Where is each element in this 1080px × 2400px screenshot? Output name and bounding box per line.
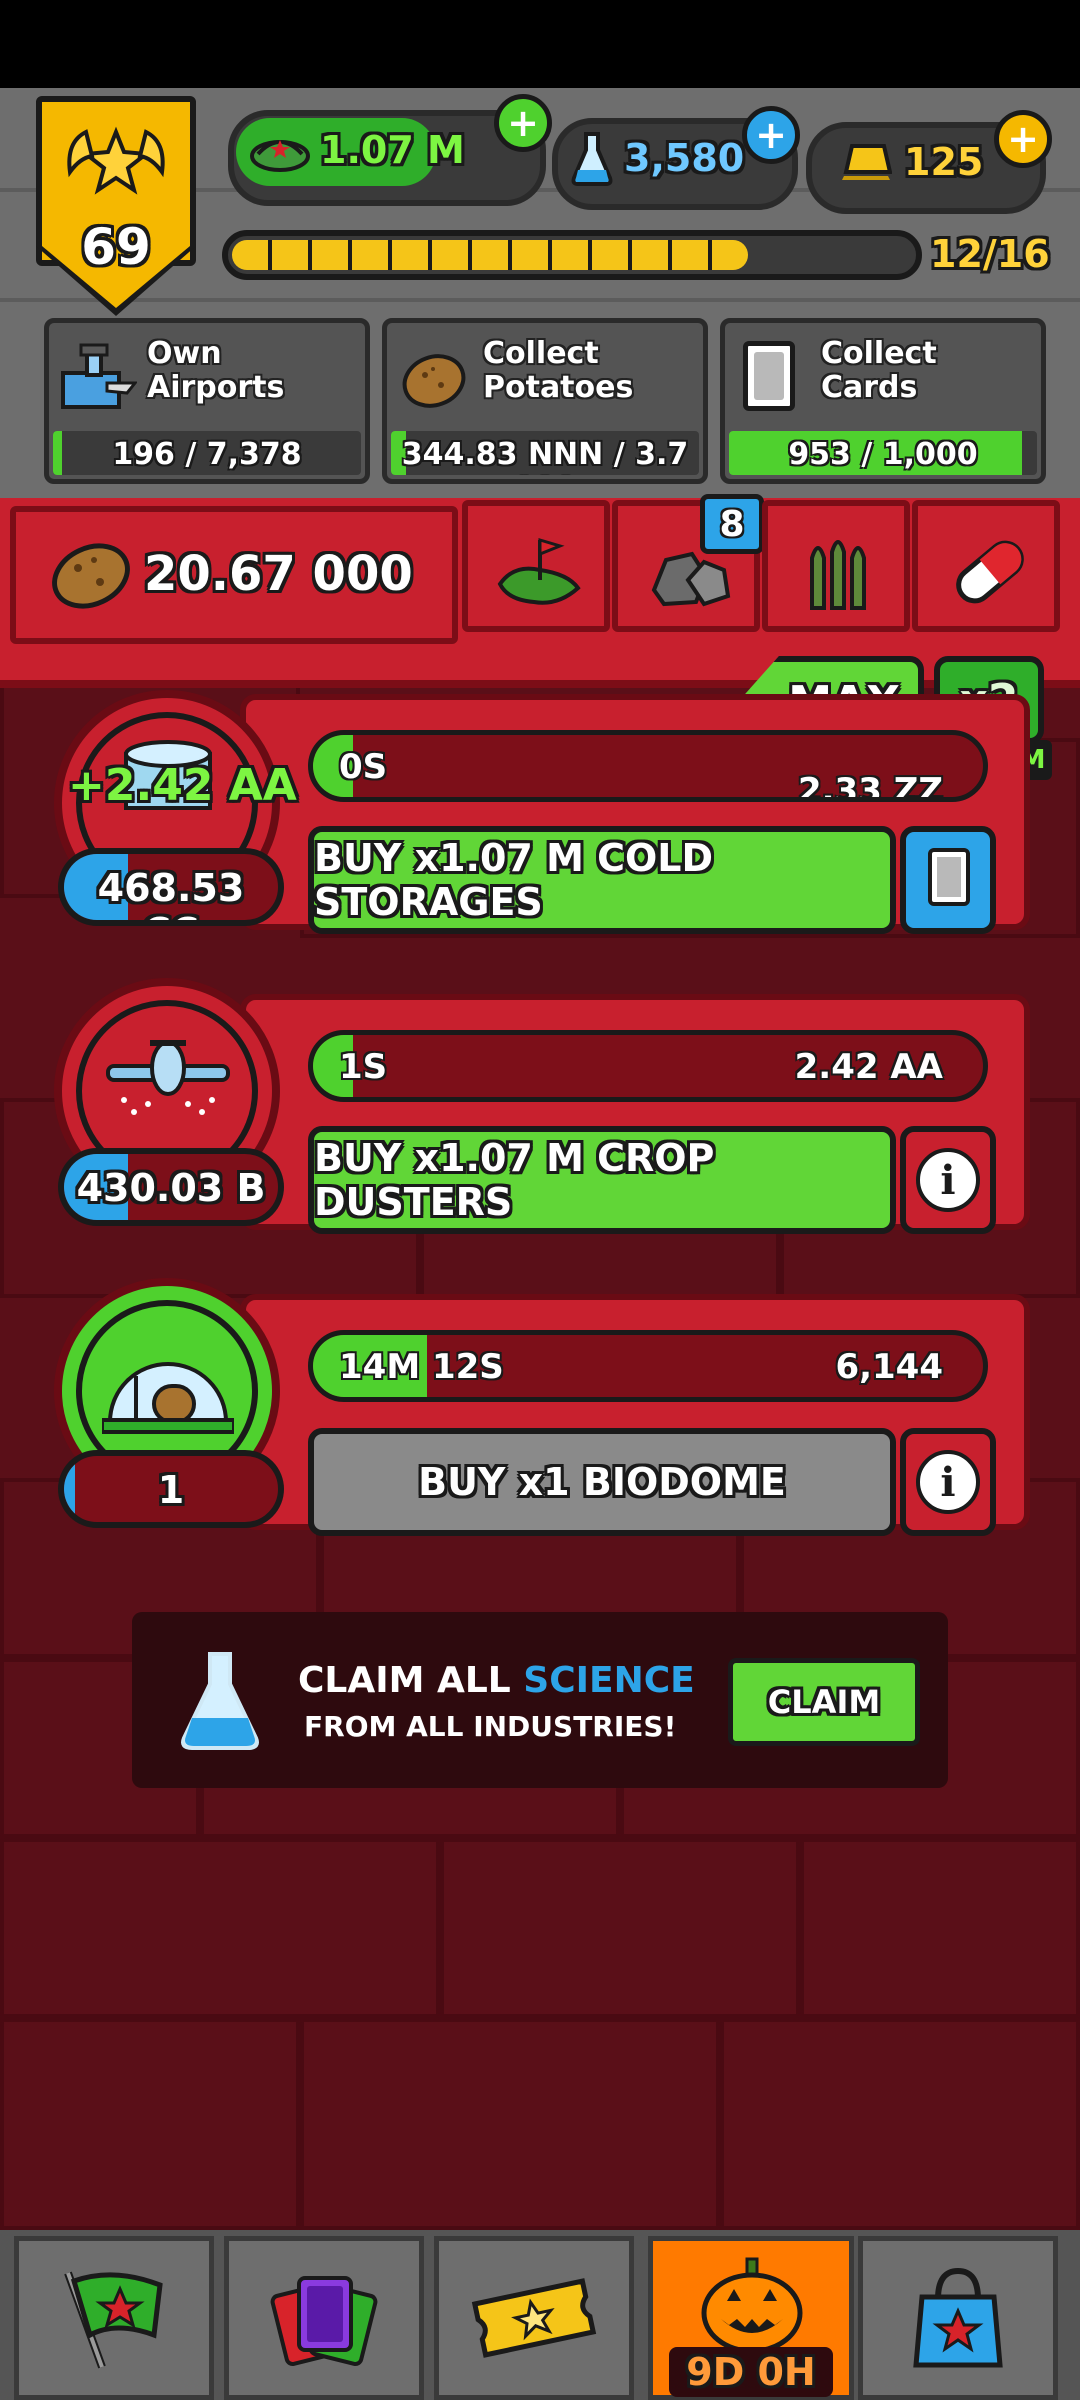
tab-pills[interactable] <box>912 500 1060 632</box>
shopping-bag-icon <box>913 2267 1003 2368</box>
cash-value: 1.07 M <box>320 128 465 172</box>
quest-collect-cards[interactable]: Collect Cards 953 / 1,000 <box>720 318 1046 484</box>
nav-shop[interactable] <box>858 2236 1058 2400</box>
potato-icon <box>52 543 130 609</box>
claim-button[interactable]: CLAIM <box>728 1658 920 1746</box>
event-timer: 9D 0H <box>669 2347 833 2397</box>
xp-progress-bar <box>222 230 922 280</box>
level-number: 69 <box>81 218 151 276</box>
claim-science-panel: CLAIM ALL SCIENCE FROM ALL INDUSTRIES! C… <box>132 1612 948 1788</box>
nav-tickets[interactable] <box>434 2236 634 2400</box>
buy-crop-dusters-button[interactable]: BUY x1.07 M CROP DUSTERS <box>308 1126 896 1234</box>
owned-count-bar: 430.03 B <box>58 1148 284 1226</box>
flask-icon <box>571 132 613 186</box>
potato-icon <box>402 354 466 408</box>
buy-biodome-button[interactable]: BUY x1 BIODOME <box>308 1428 896 1536</box>
buy-cold-storages-button[interactable]: BUY x1.07 M COLD STORAGES <box>308 826 896 934</box>
biodome-icon <box>102 1362 234 1434</box>
production-progress-bar: 0S 2.33 ZZ <box>308 730 988 802</box>
add-cash-button[interactable]: + <box>494 94 552 152</box>
owned-count: 430.03 B <box>76 1166 266 1210</box>
production-timer: 1S <box>339 1047 388 1087</box>
quest-own-airports[interactable]: Own Airports 196 / 7,378 <box>44 318 370 484</box>
nav-industries[interactable] <box>14 2236 214 2400</box>
card-upgrade-button[interactable] <box>900 826 996 934</box>
production-timer: 14M 12S <box>339 1347 504 1387</box>
add-science-button[interactable]: + <box>742 106 800 164</box>
owned-count: 1 <box>157 1468 185 1512</box>
float-gain-text: +2.42 AA <box>68 760 297 811</box>
pumpkin-icon <box>701 2257 803 2354</box>
production-output: 6,144 <box>835 1347 943 1387</box>
quest-title: Collect <box>483 336 599 371</box>
winged-star-icon <box>67 126 165 195</box>
production-output: 2.42 AA <box>794 1047 943 1087</box>
quest-title-line2: Potatoes <box>483 370 634 405</box>
production-progress-bar: 1S 2.42 AA <box>308 1030 988 1102</box>
claim-line2: FROM ALL INDUSTRIES! <box>304 1710 677 1743</box>
biodome-info-button[interactable]: i <box>900 1428 996 1536</box>
nav-cards[interactable] <box>224 2236 424 2400</box>
claim-line1-science: SCIENCE <box>523 1660 695 1701</box>
owned-count: 468.53 CC <box>97 866 245 920</box>
tab-badge: 8 <box>700 494 764 554</box>
ticket-star-icon <box>471 2278 597 2358</box>
crop-dusters-info-button[interactable]: i <box>900 1126 996 1234</box>
production-output: 2.33 ZZ <box>797 771 943 802</box>
add-gold-button[interactable]: + <box>994 110 1052 168</box>
science-value: 3,580 <box>624 136 745 180</box>
xp-progress-text: 12/16 <box>930 232 1050 276</box>
quest-title: Own Airports <box>147 336 285 405</box>
cash-icon <box>250 140 310 172</box>
tab-ammo[interactable] <box>762 500 910 632</box>
production-timer: 0S <box>339 747 388 787</box>
owned-count-bar: 468.53 CC <box>58 848 284 926</box>
quest-title: Collect Cards <box>821 336 937 405</box>
flask-icon <box>181 1652 259 1750</box>
quest-collect-potatoes[interactable]: Collect Potatoes 344.83 NNN / 3.7 000 <box>382 318 708 484</box>
owned-count-bar: 1 <box>58 1450 284 1528</box>
quest-progress-text: 344.83 NNN / 3.7 000 <box>401 437 689 475</box>
quest-progress-text: 953 / 1,000 <box>788 437 978 472</box>
ammo-icon <box>810 540 866 610</box>
tab-farm[interactable] <box>462 500 610 632</box>
info-icon: i <box>916 1450 980 1514</box>
potato-total: 20.67 000 <box>144 546 413 602</box>
nav-event[interactable]: 9D 0H <box>648 2236 854 2400</box>
info-icon: i <box>916 1148 980 1212</box>
level-badge[interactable]: 69 <box>36 96 196 316</box>
card-upgrade-icon <box>928 848 970 906</box>
potato-counter[interactable]: 20.67 000 <box>10 506 458 644</box>
flag-star-icon <box>64 2271 163 2369</box>
quest-progress-text: 196 / 7,378 <box>112 437 302 472</box>
gold-bar-icon <box>842 144 892 180</box>
production-progress-bar: 14M 12S 6,144 <box>308 1330 988 1402</box>
claim-line1-a: CLAIM ALL <box>298 1660 511 1701</box>
farm-flag-icon <box>497 537 581 605</box>
gold-value: 125 <box>904 140 984 184</box>
pill-icon <box>956 540 1024 604</box>
crop-duster-plane-icon <box>106 1040 230 1115</box>
airport-icon <box>61 343 137 409</box>
card-icon <box>743 341 795 411</box>
cards-icon <box>270 2276 378 2366</box>
